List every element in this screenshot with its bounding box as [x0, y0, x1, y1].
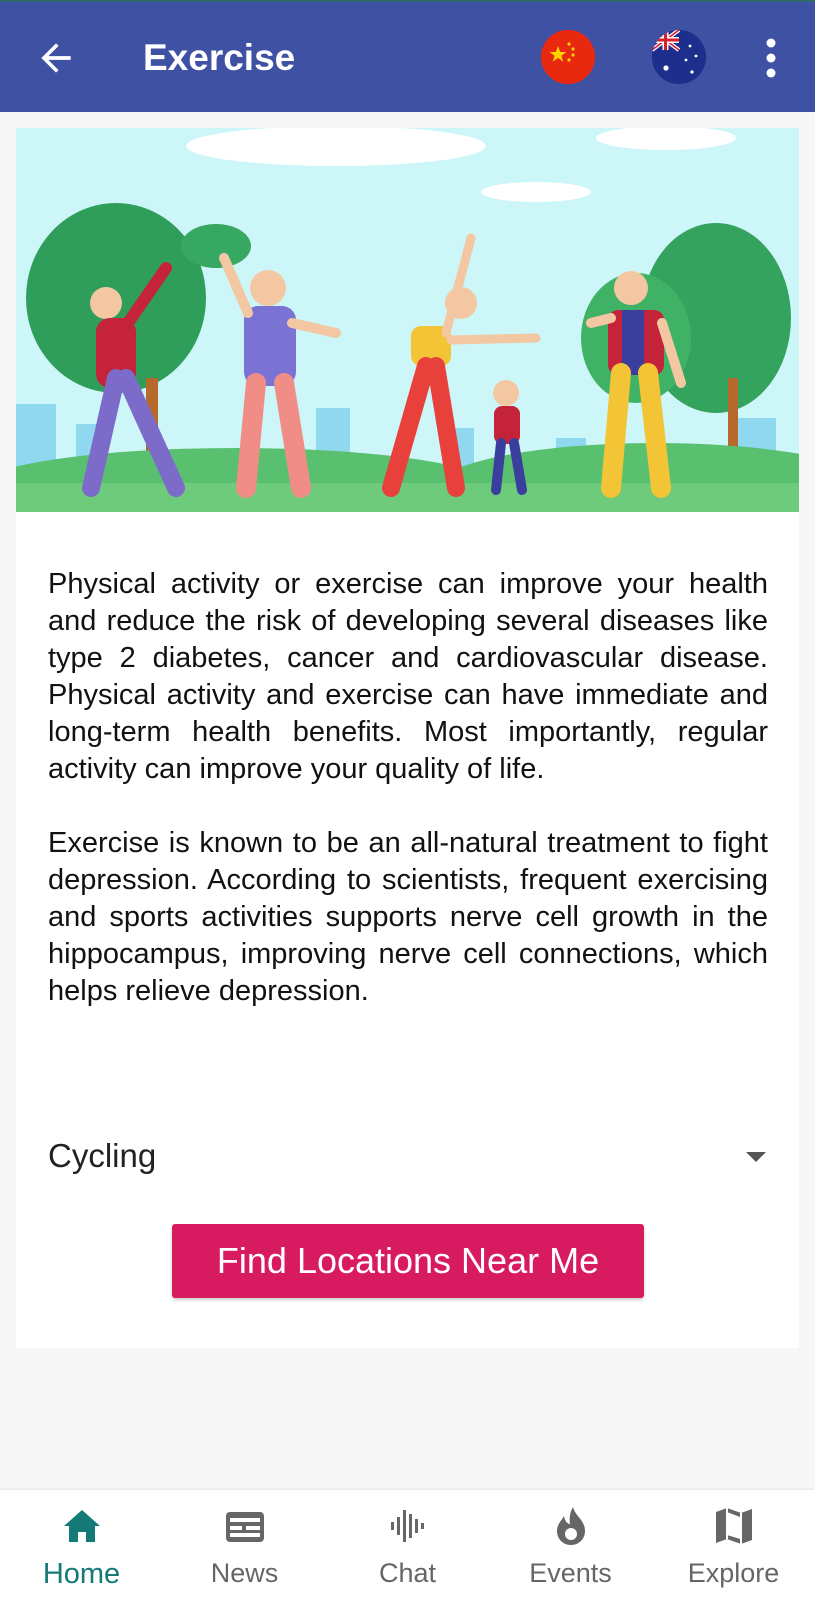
app-bar: Exercise — [0, 0, 815, 112]
exercise-illustration — [16, 128, 799, 512]
nav-home[interactable]: Home — [0, 1490, 163, 1600]
status-line — [0, 0, 815, 2]
back-button[interactable] — [34, 36, 78, 80]
content-card: Physical activity or exercise can improv… — [16, 128, 799, 1348]
arrow-left-icon — [41, 43, 71, 73]
australia-flag-button[interactable] — [652, 30, 706, 84]
nav-explore[interactable]: Explore — [652, 1490, 815, 1600]
nav-news[interactable]: News — [163, 1490, 326, 1600]
nav-home-label: Home — [42, 1558, 121, 1590]
nav-events[interactable]: Events — [489, 1490, 652, 1600]
nav-chat[interactable]: Chat — [326, 1490, 489, 1600]
find-locations-button[interactable]: Find Locations Near Me — [172, 1224, 644, 1298]
flame-icon — [556, 1507, 585, 1545]
china-flag-button[interactable] — [541, 30, 595, 84]
description-paragraph-1: Physical activity or exercise can improv… — [48, 568, 768, 785]
activity-dropdown[interactable]: Cycling — [48, 1128, 788, 1184]
nav-explore-label: Explore — [687, 1558, 780, 1588]
page-title: Exercise — [143, 37, 296, 78]
home-icon — [63, 1510, 100, 1542]
dropdown-caret-icon — [746, 1152, 766, 1162]
description-paragraph-2: Exercise is known to be an all-natural t… — [48, 827, 768, 1007]
more-options-button[interactable] — [752, 38, 790, 78]
chat-icon — [390, 1510, 424, 1542]
nav-events-label: Events — [529, 1558, 612, 1588]
exercise-description: Physical activity or exercise can improv… — [48, 566, 768, 1010]
more-vert-icon — [766, 38, 776, 78]
activity-dropdown-value: Cycling — [48, 1137, 157, 1174]
news-icon — [225, 1512, 264, 1542]
australia-flag-icon — [652, 30, 706, 84]
map-icon — [715, 1508, 752, 1544]
china-flag-icon — [541, 30, 595, 84]
nav-news-label: News — [210, 1558, 279, 1588]
bottom-navigation: Home News Chat Events Explore — [0, 1490, 815, 1600]
nav-chat-label: Chat — [378, 1558, 437, 1588]
